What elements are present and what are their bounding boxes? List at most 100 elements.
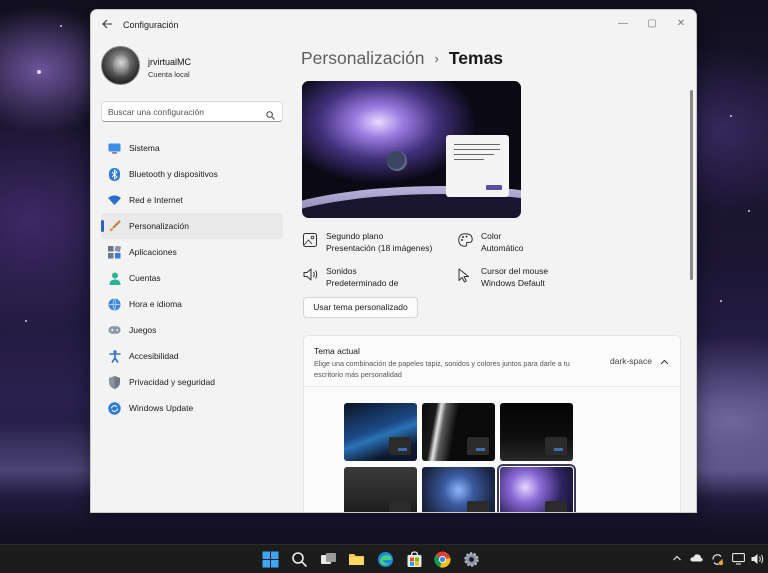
theme-preview [302,81,521,218]
breadcrumb: Personalización › Temas [301,48,503,69]
paintbrush-icon [108,219,121,233]
sidebar-item-label: Accesibilidad [129,351,179,361]
wallpaper-star [37,70,41,74]
sidebar-item-hora[interactable]: Hora e idioma [101,291,283,317]
search-icon[interactable] [266,107,275,120]
sidebar-item-accesibilidad[interactable]: Accesibilidad [101,343,283,369]
color-setting[interactable]: Color Automático [458,231,578,257]
cursor-setting[interactable]: Cursor del mouse Windows Default [458,266,578,292]
chrome-icon[interactable] [434,551,451,568]
cursor-value: Windows Default [481,278,545,288]
wifi-icon [108,194,121,207]
theme-thumbnail-selected[interactable] [497,464,576,512]
sidebar-item-windows-update[interactable]: Windows Update [101,395,283,421]
title-bar: Configuración — ▢ ✕ [91,10,696,40]
theme-thumbnail[interactable] [422,467,495,512]
minimize-button[interactable]: — [609,15,637,33]
search-icon[interactable] [291,551,308,568]
account-type: Cuenta local [148,70,190,79]
volume-icon[interactable] [751,553,764,566]
scrollbar[interactable] [690,90,693,280]
palette-icon [458,233,473,248]
theme-thumbnail[interactable] [422,403,495,461]
sidebar-item-juegos[interactable]: Juegos [101,317,283,343]
app-title: Configuración [123,20,179,30]
monitor-icon [108,142,121,155]
sounds-setting[interactable]: Sonidos Predeterminado de [303,266,453,292]
page-title: Temas [448,48,504,68]
sidebar-item-label: Personalización [129,221,190,231]
theme-thumbnail[interactable] [344,403,417,461]
cursor-title: Cursor del mouse [481,266,549,276]
accessibility-icon [108,349,121,363]
sidebar-item-red[interactable]: Red e Internet [101,187,283,213]
speaker-icon [303,268,318,283]
current-theme-description: Elige una combinación de papeles tapiz, … [314,359,570,379]
wallpaper-star [748,210,750,212]
settings-window: Configuración — ▢ ✕ jrvirtualMC Cuenta l… [90,9,697,513]
theme-thumbnail[interactable] [344,467,417,512]
person-icon [108,272,121,285]
background-title: Segundo plano [326,231,384,241]
shield-icon [108,375,121,389]
maximize-button[interactable]: ▢ [638,15,666,33]
wallpaper-star [730,115,732,117]
background-setting[interactable]: Segundo plano Presentación (18 imágenes) [303,231,453,257]
settings-gear-icon[interactable] [463,551,480,568]
sidebar-item-label: Aplicaciones [129,247,177,257]
divider [304,386,680,387]
bluetooth-icon [108,167,121,181]
sync-icon[interactable] [711,553,724,566]
use-custom-theme-button[interactable]: Usar tema personalizado [303,297,418,318]
sidebar-item-privacidad[interactable]: Privacidad y seguridad [101,369,283,395]
avatar[interactable] [101,46,140,85]
wallpaper-star [720,300,722,302]
color-title: Color [481,231,502,241]
apps-icon [108,245,121,259]
task-view-icon[interactable] [320,551,337,568]
search-box[interactable] [101,101,283,122]
breadcrumb-separator: › [434,51,439,66]
globe-clock-icon [108,297,121,311]
current-theme-value: dark-space [609,356,652,366]
store-icon[interactable] [406,551,423,568]
theme-thumbnail[interactable] [500,403,573,461]
sidebar-item-label: Hora e idioma [129,299,182,309]
sidebar-item-sistema[interactable]: Sistema [101,135,283,161]
current-theme-card: Tema actual Elige una combinación de pap… [303,335,681,512]
sidebar-item-label: Juegos [129,325,157,335]
display-icon[interactable] [732,553,745,566]
wallpaper-star [60,25,62,27]
cursor-icon [458,268,473,283]
sidebar-item-personalizacion[interactable]: Personalización [101,213,283,239]
current-theme-title: Tema actual [314,346,360,356]
sounds-title: Sonidos [326,266,357,276]
search-input[interactable] [108,105,258,119]
picture-icon [303,233,318,248]
sidebar-item-cuentas[interactable]: Cuentas [101,265,283,291]
user-name: jrvirtualMC [148,57,192,67]
onedrive-icon[interactable] [690,553,703,566]
sidebar-item-label: Windows Update [129,403,194,413]
file-explorer-icon[interactable] [348,551,365,568]
breadcrumb-parent[interactable]: Personalización [301,48,425,69]
back-arrow-icon[interactable] [101,18,115,32]
color-value: Automático [481,243,524,253]
taskbar [0,544,768,573]
edge-icon[interactable] [377,551,394,568]
chevron-up-icon[interactable] [670,553,683,566]
sidebar-item-label: Cuentas [129,273,161,283]
start-icon[interactable] [262,551,279,568]
sidebar-item-label: Sistema [129,143,160,153]
gamepad-icon [108,324,121,337]
sidebar-nav: Sistema Bluetooth y dispositivos Red e I… [101,135,283,421]
chevron-up-icon[interactable] [660,354,670,365]
sidebar-item-label: Bluetooth y dispositivos [129,169,218,179]
close-button[interactable]: ✕ [667,15,695,33]
sidebar-item-label: Red e Internet [129,195,183,205]
sidebar-item-bluetooth[interactable]: Bluetooth y dispositivos [101,161,283,187]
sidebar-item-aplicaciones[interactable]: Aplicaciones [101,239,283,265]
background-value: Presentación (18 imágenes) [326,243,433,253]
wallpaper-star [25,320,27,322]
update-icon [108,401,121,415]
